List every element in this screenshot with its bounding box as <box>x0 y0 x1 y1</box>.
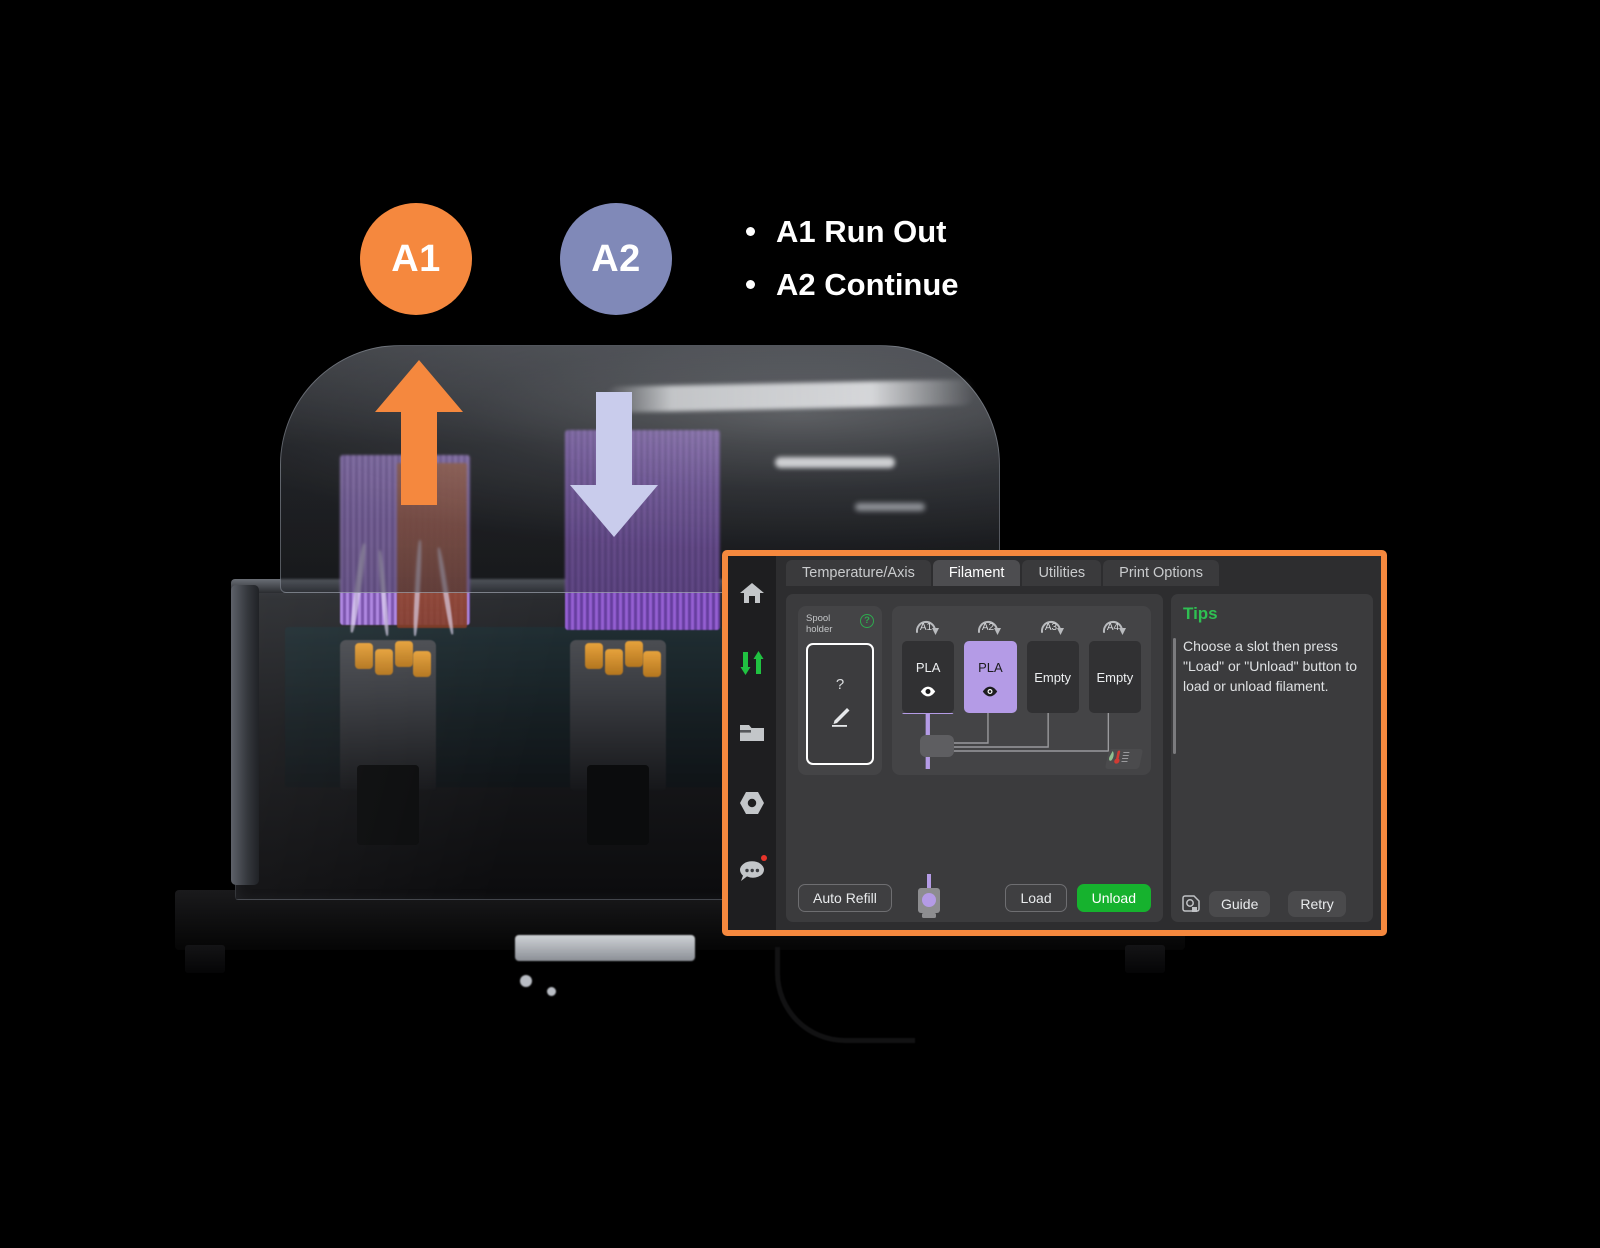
load-button[interactable]: Load <box>1005 884 1067 912</box>
filament-routing-diagram <box>902 713 1144 769</box>
spool-holder-section: Spool holder ? ? <box>798 606 882 775</box>
tips-panel: Tips Choose a slot then press "Load" or … <box>1171 594 1373 922</box>
tab-temperature-axis[interactable]: Temperature/Axis <box>786 560 931 586</box>
sidebar-item-messages[interactable] <box>735 855 769 888</box>
retry-a1-icon: A1 <box>916 621 940 635</box>
slot-card-a3[interactable]: Empty <box>1026 641 1079 713</box>
help-icon[interactable]: ? <box>860 614 874 628</box>
slot-card-a2[interactable]: PLA <box>964 641 1017 713</box>
slot-a1-material: PLA <box>915 659 941 675</box>
pencil-icon[interactable] <box>829 707 851 732</box>
chat-bubble-icon <box>738 861 766 885</box>
extruder-icon <box>916 874 942 920</box>
gear-stack-left <box>347 635 457 740</box>
home-icon <box>739 581 765 605</box>
folder-icon <box>739 722 765 744</box>
svg-text:A3: A3 <box>1045 622 1058 633</box>
eye-icon[interactable] <box>982 684 998 696</box>
slot-card-a4[interactable]: Empty <box>1088 641 1141 713</box>
printer-foot-left <box>185 945 225 973</box>
printer-cable <box>775 947 915 1043</box>
spool-holder-label-line1: Spool <box>806 613 831 624</box>
badge-a1: A1 <box>360 203 472 315</box>
unload-button[interactable]: Unload <box>1076 884 1151 912</box>
spool-holder-card[interactable]: ? <box>806 642 874 765</box>
a2-down-arrow <box>570 392 658 537</box>
spool-holder-label-line2: holder <box>806 623 833 635</box>
annotation-bullet-list: A1 Run Out A2 Continue <box>740 205 959 312</box>
tab-content: Spool holder ? ? A1 A2 A3 A4 PLA PLA Emp… <box>776 586 1381 930</box>
spool-holder-label: Spool holder <box>806 613 833 636</box>
spool-holder-header: Spool holder ? <box>806 613 874 636</box>
bed-dot-1 <box>520 975 532 987</box>
filament-action-row: Auto Refill Load Unload <box>798 874 1151 918</box>
tab-utilities[interactable]: Utilities <box>1022 560 1102 586</box>
printer-touchscreen-panel: Temperature/Axis Filament Utilities Prin… <box>722 550 1387 936</box>
dome-highlight-3 <box>855 503 925 511</box>
sidebar <box>728 556 776 930</box>
bullet-item: A1 Run Out <box>740 205 959 258</box>
svg-text:A4: A4 <box>1107 622 1120 633</box>
slot-card-a1[interactable]: PLA <box>902 641 955 713</box>
retry-button[interactable]: Retry <box>1288 890 1346 917</box>
bullet-item: A2 Continue <box>740 258 959 311</box>
chamber-left-post <box>231 585 259 885</box>
a1-up-arrow <box>375 360 463 505</box>
thermometer-humidity-icon[interactable] <box>1104 749 1144 769</box>
slot-a4-material: Empty <box>1096 669 1134 685</box>
dome-highlight-2 <box>775 457 895 468</box>
notification-badge-dot <box>761 855 767 861</box>
gear-stack-right <box>577 635 687 740</box>
ams-slots-section: A1 A2 A3 A4 PLA PLA Empty Empty <box>892 606 1151 775</box>
sidebar-item-control[interactable] <box>735 648 769 678</box>
guide-button[interactable]: Guide <box>1209 890 1271 917</box>
tab-print-options[interactable]: Print Options <box>1103 560 1219 586</box>
filament-panel: Spool holder ? ? A1 A2 A3 A4 PLA PLA Emp… <box>786 594 1163 922</box>
slot-a2-material: PLA <box>978 659 1003 675</box>
svg-text:A1: A1 <box>920 622 933 633</box>
printer-foot-right <box>1125 945 1165 973</box>
eye-icon[interactable] <box>920 684 936 696</box>
sliders-icon <box>739 650 765 676</box>
tab-filament[interactable]: Filament <box>932 560 1021 586</box>
sidebar-item-calibration[interactable] <box>735 788 769 818</box>
feeder-tube-right <box>587 765 649 845</box>
tips-body: Choose a slot then press "Load" or "Unlo… <box>1183 638 1357 694</box>
retry-a2-icon: A2 <box>978 621 1002 635</box>
svg-text:A2: A2 <box>982 622 995 633</box>
tips-title: Tips <box>1183 604 1218 623</box>
print-bed-bar <box>515 935 695 961</box>
feeder-tube-left <box>357 765 419 845</box>
badge-a2-label: A2 <box>591 237 641 280</box>
retry-a3-icon: A3 <box>1040 621 1064 635</box>
slot-a3-material: Empty <box>1034 669 1072 685</box>
tab-bar: Temperature/Axis Filament Utilities Prin… <box>776 556 1381 586</box>
ams-row: Spool holder ? ? A1 A2 A3 A4 PLA PLA Emp… <box>798 606 1151 775</box>
bed-dot-2 <box>547 987 556 996</box>
hex-nut-icon <box>739 791 765 815</box>
slot-head-a1[interactable]: A1 <box>902 614 954 638</box>
slot-header-row: A1 A2 A3 A4 <box>902 614 1141 638</box>
slot-head-a4[interactable]: A4 <box>1089 614 1141 638</box>
panel-body: Temperature/Axis Filament Utilities Prin… <box>776 556 1381 930</box>
screenshot-root: A1 A2 A1 Run Out A2 Continue Temperature… <box>0 0 1600 1248</box>
badge-a2: A2 <box>560 203 672 315</box>
spool-holder-value: ? <box>835 675 845 693</box>
camera-icon[interactable] <box>1179 893 1201 915</box>
slot-head-a2[interactable]: A2 <box>964 614 1016 638</box>
sidebar-item-files[interactable] <box>735 718 769 748</box>
badge-a1-label: A1 <box>391 237 441 280</box>
retry-a4-icon: A4 <box>1102 621 1126 635</box>
auto-refill-button[interactable]: Auto Refill <box>798 884 892 912</box>
ams-hub <box>920 735 954 757</box>
sidebar-item-home[interactable] <box>735 578 769 608</box>
slot-card-row: PLA PLA Empty Empty <box>902 641 1141 713</box>
tips-scrollbar[interactable] <box>1173 638 1176 754</box>
tips-footer: Guide Retry <box>1179 888 1363 922</box>
slot-head-a3[interactable]: A3 <box>1027 614 1079 638</box>
